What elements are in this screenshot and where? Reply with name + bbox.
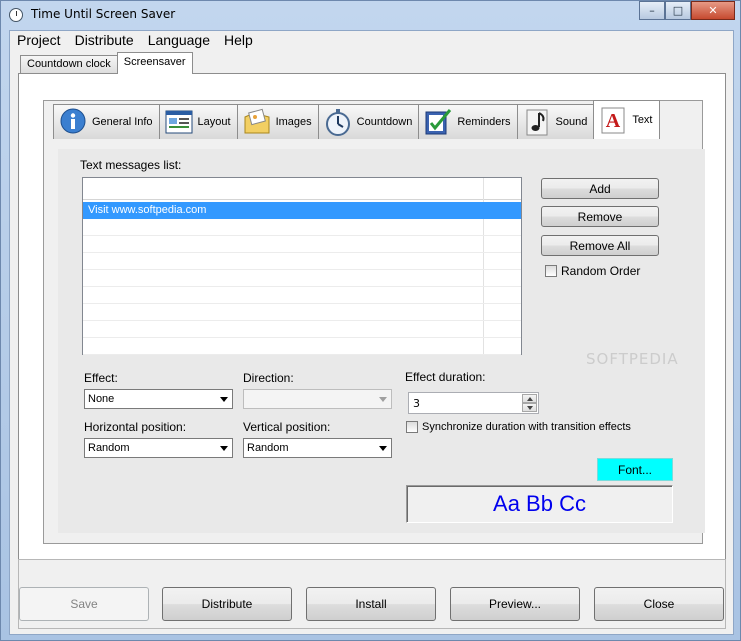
title-bar[interactable]: Time Until Screen Saver – □ ✕ <box>1 1 740 30</box>
list-item[interactable] <box>83 253 521 270</box>
list-item[interactable] <box>83 287 521 304</box>
horizontal-position-select[interactable]: Random <box>84 438 233 458</box>
menu-language[interactable]: Language <box>141 31 217 51</box>
remove-button[interactable]: Remove <box>541 206 659 227</box>
bottom-button-bar: Save Distribute Install Preview... Close <box>18 559 726 629</box>
tab-label: Sound <box>555 116 588 128</box>
effect-duration-value: 3 <box>413 397 420 410</box>
install-button[interactable]: Install <box>306 587 436 621</box>
text-tab-content: Text messages list: Visit www.softpedia.… <box>58 149 705 533</box>
tab-label: Countdown <box>356 116 413 128</box>
tab-label: Images <box>275 116 312 128</box>
tab-countdown[interactable]: Countdown <box>317 104 420 139</box>
tab-images[interactable]: Images <box>236 104 319 139</box>
window-title: Time Until Screen Saver <box>31 7 176 21</box>
text-a-icon: A <box>598 105 628 135</box>
tab-layout[interactable]: Layout <box>158 104 238 139</box>
tab-reminders[interactable]: Reminders <box>418 104 518 139</box>
tab-countdown-clock[interactable]: Countdown clock <box>20 55 118 74</box>
vertical-position-value: Random <box>247 442 289 454</box>
close-window-button[interactable]: ✕ <box>691 1 735 20</box>
direction-label: Direction: <box>243 371 294 385</box>
preview-button[interactable]: Preview... <box>450 587 580 621</box>
tab-label: Text <box>632 114 653 126</box>
tab-sound[interactable]: Sound <box>516 104 595 139</box>
distribute-button[interactable]: Distribute <box>162 587 292 621</box>
font-button[interactable]: Font... <box>597 458 673 481</box>
list-item[interactable] <box>83 236 521 253</box>
tab-text[interactable]: A Text <box>593 100 660 139</box>
stopwatch-icon <box>323 107 353 137</box>
random-order-checkbox[interactable]: Random Order <box>545 264 640 278</box>
client-area: Project Distribute Language Help Countdo… <box>9 30 734 635</box>
list-header <box>83 178 521 354</box>
text-messages-list[interactable]: Visit www.softpedia.com <box>82 177 522 355</box>
horizontal-position-label: Horizontal position: <box>84 420 187 434</box>
maximize-button[interactable]: □ <box>665 1 691 20</box>
svg-text:A: A <box>606 110 621 132</box>
outer-tab-strip: Countdown clock Screensaver <box>20 52 193 74</box>
music-note-icon <box>522 107 552 137</box>
list-item[interactable] <box>83 321 521 338</box>
effect-select[interactable]: None <box>84 389 233 409</box>
add-button[interactable]: Add <box>541 178 659 199</box>
font-preview: Aa Bb Cc <box>406 485 673 523</box>
clock-icon <box>9 8 23 22</box>
list-item-text: Visit www.softpedia.com <box>88 204 207 216</box>
layout-icon <box>164 107 194 137</box>
vertical-position-label: Vertical position: <box>243 420 331 434</box>
menu-project[interactable]: Project <box>10 31 68 51</box>
tab-general-info[interactable]: General Info <box>53 104 160 139</box>
preview-text: Aa Bb Cc <box>493 491 586 516</box>
list-item[interactable] <box>83 304 521 321</box>
minimize-button[interactable]: – <box>639 1 665 20</box>
effect-duration-stepper[interactable]: 3 <box>408 392 539 414</box>
direction-select[interactable] <box>243 389 392 409</box>
inner-tab-strip: General Info Layout Images Countdown Rem… <box>53 100 660 139</box>
vertical-position-select[interactable]: Random <box>243 438 392 458</box>
list-item[interactable] <box>83 338 521 355</box>
tab-label: General Info <box>92 116 153 128</box>
horizontal-position-value: Random <box>88 442 130 454</box>
text-messages-label: Text messages list: <box>80 158 182 172</box>
menu-distribute[interactable]: Distribute <box>68 31 141 51</box>
info-icon <box>58 107 88 137</box>
window-controls: – □ ✕ <box>639 1 735 20</box>
images-icon <box>242 107 272 137</box>
list-item[interactable]: Visit www.softpedia.com <box>83 202 521 219</box>
checklist-icon <box>423 107 453 137</box>
app-window: Time Until Screen Saver – □ ✕ Project Di… <box>0 0 741 641</box>
sync-duration-label: Synchronize duration with transition eff… <box>422 421 631 433</box>
remove-all-button[interactable]: Remove All <box>541 235 659 256</box>
close-button[interactable]: Close <box>594 587 724 621</box>
menu-bar: Project Distribute Language Help <box>10 31 733 51</box>
random-order-label: Random Order <box>561 264 641 278</box>
checkbox-box[interactable] <box>545 265 557 277</box>
screensaver-panel: General Info Layout Images Countdown Rem… <box>18 73 726 601</box>
effect-value: None <box>88 393 115 405</box>
save-button[interactable]: Save <box>19 587 149 621</box>
tab-label: Layout <box>197 116 231 128</box>
tab-screensaver[interactable]: Screensaver <box>116 52 193 74</box>
list-item[interactable] <box>83 219 521 236</box>
chevron-down-icon <box>379 446 387 451</box>
spin-down-icon[interactable] <box>522 403 537 412</box>
chevron-down-icon <box>220 446 228 451</box>
chevron-down-icon <box>379 397 387 402</box>
checkbox-box[interactable] <box>406 421 418 433</box>
chevron-down-icon <box>220 397 228 402</box>
list-item[interactable] <box>83 270 521 287</box>
watermark: SOFTPEDIA <box>586 350 679 368</box>
menu-help[interactable]: Help <box>217 31 260 51</box>
effect-label: Effect: <box>84 371 118 385</box>
spin-up-icon[interactable] <box>522 394 537 403</box>
effect-duration-label: Effect duration: <box>405 370 486 384</box>
sync-duration-checkbox[interactable]: Synchronize duration with transition eff… <box>406 421 631 433</box>
tab-label: Reminders <box>457 116 511 128</box>
